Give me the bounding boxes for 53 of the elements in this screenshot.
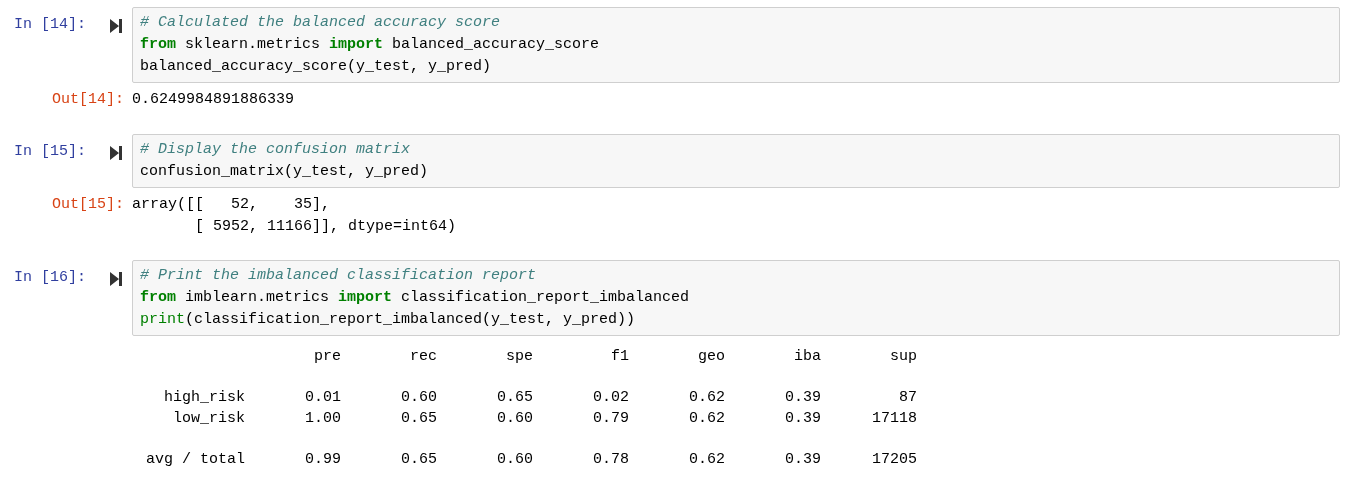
table-cell-text: 0.65 (496, 387, 533, 408)
column-header: f1 (610, 346, 629, 367)
table-cell-text: 17205 (871, 449, 917, 470)
table-cell-text: 0.78 (592, 449, 629, 470)
code-cell[interactable]: # Print the imbalanced classification report from imblearn.metrics import classification_report_imbalanced print(classification_report_imbalanced(y_test, y_pred)) (132, 259, 1340, 336)
column-header: sup (889, 346, 917, 367)
table-cell-text: 0.39 (784, 449, 821, 470)
input-prompt: In [15]: (14, 141, 86, 162)
code-line: from sklearn.metrics import balanced_accuracy_score (140, 35, 601, 55)
column-header: rec (409, 346, 437, 367)
table-cell-text: 0.65 (400, 449, 437, 470)
code-line: from imblearn.metrics import classification_report_imbalanced (140, 287, 691, 308)
code-cell[interactable]: # Display the confusion matrix confusion_matrix(y_test, y_pred) (132, 133, 1340, 188)
column-header: geo (697, 346, 725, 367)
row-label: avg / total (144, 449, 245, 470)
table-cell-text: 0.79 (592, 408, 629, 429)
column-header: iba (793, 346, 821, 367)
code-line: # Display the confusion matrix (140, 139, 412, 160)
code-cell[interactable]: # Calculated the balanced accuracy score from sklearn.metrics import balanced_accuracy_score balanced_accuracy_score(y_test, y_pred) (132, 7, 1340, 83)
code-line: # Calculated the balanced accuracy score (140, 13, 502, 33)
table-cell-text: 0.60 (496, 449, 533, 470)
output-line: array([[ 52, 35], (132, 194, 332, 215)
output-prompt: Out[15]: (52, 194, 124, 215)
run-icon[interactable] (110, 145, 122, 160)
column-header: pre (313, 346, 341, 367)
code-line: # Print the imbalanced classification report (140, 265, 538, 286)
code-line: print(classification_report_imbalanced(y_test, y_pred)) (140, 309, 637, 330)
input-prompt: In [16]: (14, 267, 86, 288)
table-cell-text: 0.60 (400, 387, 437, 408)
output-prompt: Out[14]: (52, 90, 124, 110)
output-line: 0.6249984891886339 (132, 90, 295, 110)
column-header: spe (505, 346, 533, 367)
input-prompt: In [14]: (14, 15, 86, 35)
code-line: balanced_accuracy_score(y_test, y_pred) (140, 57, 493, 77)
table-cell-text: 0.02 (592, 387, 629, 408)
table-cell-text: 0.60 (496, 408, 533, 429)
table-cell-text: 0.99 (304, 449, 341, 470)
table-cell-text: 0.62 (688, 387, 725, 408)
table-cell-text: 0.39 (784, 387, 821, 408)
output-line: [ 5952, 11166]], dtype=int64) (194, 216, 457, 237)
table-cell-text: 0.62 (688, 449, 725, 470)
table-cell-text: 0.39 (784, 408, 821, 429)
table-cell-text: 0.62 (688, 408, 725, 429)
run-icon[interactable] (110, 19, 122, 33)
table-cell-text: 0.65 (400, 408, 437, 429)
row-label: high_risk (163, 387, 245, 408)
table-cell-text: 0.01 (304, 387, 341, 408)
run-icon[interactable] (110, 271, 122, 286)
table-cell-text: 87 (898, 387, 917, 408)
row-label: low_risk (172, 408, 245, 429)
table-cell-text: 17118 (871, 408, 917, 429)
table-cell-text: 1.00 (304, 408, 341, 429)
code-line: confusion_matrix(y_test, y_pred) (140, 161, 430, 182)
